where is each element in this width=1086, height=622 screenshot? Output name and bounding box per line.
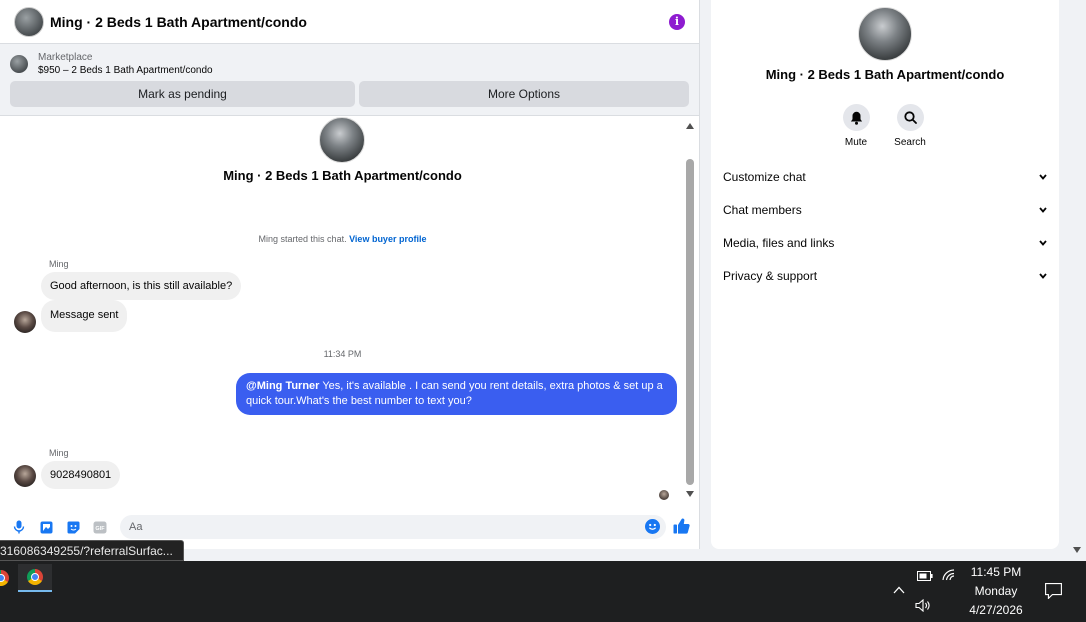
started-text: Ming started this chat. xyxy=(258,234,347,244)
thread-title: Ming · 2 Beds 1 Bath Apartment/condo xyxy=(223,168,462,183)
section-label: Customize chat xyxy=(723,170,806,184)
listing-thumbnail xyxy=(10,55,28,73)
chat-started-notice: Ming started this chat. View buyer profi… xyxy=(0,234,685,244)
chat-title[interactable]: Ming · 2 Beds 1 Bath Apartment/condo xyxy=(50,14,669,30)
listing-source: Marketplace xyxy=(38,52,93,63)
message-input[interactable]: Aa xyxy=(120,515,666,539)
section-chat-members[interactable]: Chat members xyxy=(723,200,1047,220)
search-icon xyxy=(903,111,917,124)
avatar[interactable] xyxy=(858,7,912,61)
section-label: Media, files and links xyxy=(723,236,835,250)
avatar[interactable] xyxy=(319,117,365,163)
scrollbar-thumb[interactable] xyxy=(686,159,694,485)
listing-price-title: $950 – 2 Beds 1 Bath Apartment/condo xyxy=(38,65,213,76)
incoming-message[interactable]: 9028490801 xyxy=(41,461,121,489)
chevron-down-icon xyxy=(1039,174,1047,180)
message-scrollbar[interactable] xyxy=(684,117,696,507)
sender-name: Ming xyxy=(49,448,69,458)
microphone-icon[interactable] xyxy=(12,520,26,534)
chevron-down-icon xyxy=(1039,240,1047,246)
avatar[interactable] xyxy=(14,465,36,487)
mention[interactable]: @Ming Turner xyxy=(246,380,319,392)
chevron-down-icon xyxy=(1039,207,1047,213)
incoming-message[interactable]: Message sent xyxy=(41,300,128,332)
listing-summary[interactable]: Marketplace $950 – 2 Beds 1 Bath Apartme… xyxy=(10,50,689,78)
avatar[interactable] xyxy=(14,311,36,333)
read-receipt-avatar xyxy=(659,490,669,500)
view-buyer-profile-link[interactable]: View buyer profile xyxy=(349,234,426,244)
section-media-files-links[interactable]: Media, files and links xyxy=(723,233,1047,253)
info-title: Ming · 2 Beds 1 Bath Apartment/condo xyxy=(765,67,1005,82)
outgoing-message[interactable]: @Ming Turner Yes, it's available . I can… xyxy=(236,373,677,415)
gif-label: GIF xyxy=(95,526,105,532)
thumbs-up-icon[interactable] xyxy=(673,518,690,537)
listing-bar: Marketplace $950 – 2 Beds 1 Bath Apartme… xyxy=(0,44,699,116)
bell-icon xyxy=(850,111,862,125)
taskbar-app-chrome-active[interactable] xyxy=(18,564,52,592)
mark-as-pending-button[interactable]: Mark as pending xyxy=(10,81,355,107)
clock-day: Monday xyxy=(974,584,1018,598)
page-scroll-down-arrow-icon[interactable] xyxy=(1073,547,1081,553)
avatar[interactable] xyxy=(14,6,44,37)
status-url-tooltip: 316086349255/?referralSurfac... xyxy=(0,540,184,561)
chrome-icon xyxy=(27,569,43,585)
gif-icon[interactable]: GIF xyxy=(93,520,107,534)
wifi-icon[interactable] xyxy=(942,569,956,584)
chat-info-panel: Ming · 2 Beds 1 Bath Apartment/condo Mut… xyxy=(711,0,1059,549)
show-hidden-icons-chevron-icon[interactable] xyxy=(893,583,905,597)
chevron-down-icon xyxy=(1039,273,1047,279)
chat-panel: Ming · 2 Beds 1 Bath Apartment/condo i M… xyxy=(0,0,700,549)
more-options-button[interactable]: More Options xyxy=(359,81,689,107)
mute-label: Mute xyxy=(844,137,868,148)
mute-button[interactable]: Mute xyxy=(836,104,876,148)
search-button[interactable]: Search xyxy=(890,104,930,148)
sticker-icon[interactable] xyxy=(66,520,80,534)
sender-name: Ming xyxy=(49,259,69,269)
section-label: Privacy & support xyxy=(723,269,818,283)
scroll-down-arrow-icon[interactable] xyxy=(686,491,694,497)
search-label: Search xyxy=(894,137,926,148)
scroll-up-arrow-icon[interactable] xyxy=(686,123,694,129)
taskbar-app-chrome[interactable] xyxy=(0,564,18,592)
chrome-icon xyxy=(0,570,9,586)
image-icon[interactable] xyxy=(39,520,53,534)
volume-icon[interactable] xyxy=(915,598,931,615)
taskbar: 11:45 PM Monday 4/27/2026 xyxy=(0,561,1086,622)
composer: GIF Aa xyxy=(0,512,700,542)
emoji-icon[interactable] xyxy=(645,519,660,534)
message-input-placeholder: Aa xyxy=(129,521,143,533)
chat-header: Ming · 2 Beds 1 Bath Apartment/condo i xyxy=(0,0,699,44)
clock-date: 4/27/2026 xyxy=(969,603,1023,617)
taskbar-clock[interactable]: 11:45 PM Monday 4/27/2026 xyxy=(960,563,1032,620)
section-label: Chat members xyxy=(723,203,802,217)
message-list: Ming · 2 Beds 1 Bath Apartment/condo Min… xyxy=(0,117,685,507)
battery-icon[interactable] xyxy=(917,570,933,584)
info-icon[interactable]: i xyxy=(669,13,685,30)
incoming-message[interactable]: Good afternoon, is this still available? xyxy=(41,272,242,300)
notification-center-icon[interactable] xyxy=(1045,583,1062,602)
section-customize-chat[interactable]: Customize chat xyxy=(723,167,1047,187)
message-timestamp: 11:34 PM xyxy=(323,349,362,359)
section-privacy-support[interactable]: Privacy & support xyxy=(723,266,1047,286)
clock-time: 11:45 PM xyxy=(970,565,1022,579)
